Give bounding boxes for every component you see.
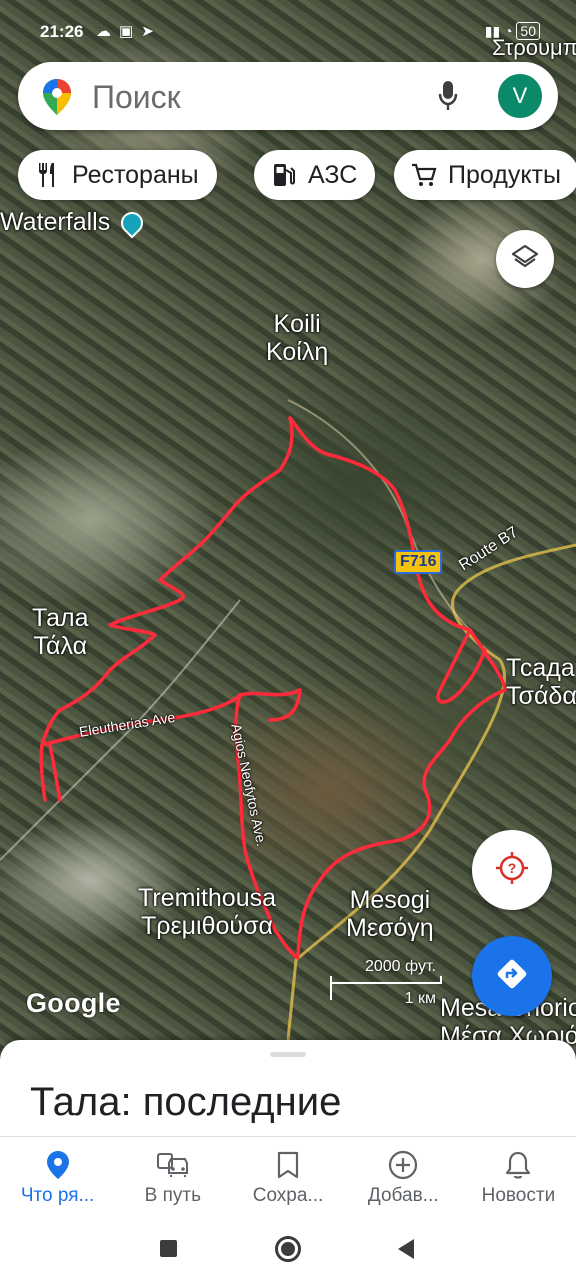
- cloud-icon: ☁: [96, 23, 119, 40]
- chip-label: Рестораны: [72, 160, 199, 189]
- explore-pin-icon: [46, 1149, 70, 1181]
- nav-label: Добав...: [367, 1185, 439, 1206]
- directions-icon: [494, 956, 530, 997]
- search-input[interactable]: Поиск: [92, 79, 181, 116]
- add-circle-icon: [388, 1149, 418, 1181]
- chip-restaurants[interactable]: Рестораны: [18, 150, 217, 200]
- gas-station-icon: [270, 161, 298, 189]
- scale-tick-right: [440, 976, 442, 984]
- scale-tick-left: [330, 976, 332, 1000]
- mesogi-latin-label: Mesogi: [349, 886, 431, 914]
- microphone-icon[interactable]: [438, 80, 458, 117]
- home-button[interactable]: [275, 1236, 301, 1262]
- tremithousa-latin-label: Tremithousa: [138, 884, 277, 912]
- commute-car-icon: [156, 1149, 189, 1181]
- nav-updates[interactable]: Новости: [461, 1137, 576, 1220]
- place-label-tremithousa[interactable]: Tremithousa Τρεμιθούσα: [138, 884, 276, 940]
- status-left-icons: ☁▣➤: [96, 22, 162, 40]
- tala-greek-label: Τάλα: [33, 632, 88, 660]
- back-button[interactable]: [398, 1239, 414, 1259]
- sheet-drag-handle[interactable]: [270, 1052, 306, 1057]
- sim-icon: ▣: [119, 23, 142, 40]
- status-time: 21:26: [40, 22, 84, 41]
- place-label-mesogi[interactable]: Mesogi Μεσόγη: [346, 886, 434, 942]
- recents-button[interactable]: [160, 1240, 177, 1257]
- battery-icon: 50: [516, 22, 540, 40]
- search-bar[interactable]: Поиск V: [18, 62, 558, 130]
- bottom-navigation: Что ря... В путь Сохра... Добав... Новос…: [0, 1136, 576, 1220]
- place-label-text: Waterfalls: [0, 208, 111, 236]
- my-location-button[interactable]: ?: [472, 830, 552, 910]
- chip-groceries[interactable]: Продукты: [394, 150, 576, 200]
- koili-greek-label: Κοίλη: [266, 338, 329, 366]
- account-avatar[interactable]: V: [498, 74, 542, 118]
- nav-label: Что ря...: [20, 1185, 95, 1206]
- waterfall-marker-icon: [116, 207, 148, 239]
- nav-label: В путь: [144, 1185, 201, 1206]
- bookmark-icon: [277, 1149, 299, 1181]
- nav-label: Сохра...: [252, 1185, 324, 1206]
- place-label-koili[interactable]: Koili Κοίλη: [266, 310, 328, 366]
- cart-icon: [410, 161, 438, 189]
- koili-latin-label: Koili: [273, 310, 321, 338]
- scale-imperial-label: 2000 фут.: [364, 958, 436, 975]
- system-navigation-bar: [0, 1220, 576, 1280]
- route-track: [39, 416, 507, 960]
- tsada-greek-label: Τσάδα: [506, 682, 576, 710]
- tala-ru-label: Тала: [32, 604, 89, 632]
- place-label-tala[interactable]: Тала Τάλα: [32, 604, 89, 660]
- directions-button[interactable]: [472, 936, 552, 1016]
- status-bar: 21:26 ☁▣➤ ▮▮ ◔ 50: [0, 0, 576, 60]
- scale-bar: [330, 982, 442, 984]
- maps-logo-pin-icon: [42, 78, 72, 121]
- nav-contribute[interactable]: Добав...: [346, 1137, 461, 1220]
- chip-gas-stations[interactable]: АЗС: [254, 150, 376, 200]
- place-label-waterfalls[interactable]: Waterfalls: [0, 207, 148, 239]
- chip-label: Продукты: [448, 160, 561, 189]
- tremithousa-greek-label: Τρεμιθούσα: [141, 912, 273, 940]
- nav-saved[interactable]: Сохра...: [230, 1137, 345, 1220]
- tsada-latin-label: Тсада: [506, 654, 575, 682]
- svg-text:?: ?: [508, 860, 517, 876]
- restaurant-icon: [34, 161, 62, 189]
- status-right-icons: ▮▮ ◔ 50: [485, 22, 540, 40]
- place-label-tsada[interactable]: Тсада Τσάδα: [506, 654, 576, 710]
- sheet-title: Тала: последние: [30, 1080, 342, 1124]
- telegram-icon: ➤: [141, 23, 162, 40]
- nav-commute[interactable]: В путь: [115, 1137, 230, 1220]
- scale-metric-label: 1 км: [404, 990, 436, 1007]
- bell-icon: [505, 1149, 531, 1181]
- location-unknown-icon: ?: [495, 851, 529, 890]
- map-scale: 2000 фут. 1 км: [330, 958, 442, 1008]
- nav-explore[interactable]: Что ря...: [0, 1137, 115, 1220]
- mesogi-greek-label: Μεσόγη: [346, 914, 434, 942]
- layers-button[interactable]: [496, 230, 554, 288]
- road-shield-f716: F716: [394, 550, 443, 574]
- google-logo: Google: [26, 988, 121, 1018]
- bottom-sheet[interactable]: Тала: последние: [0, 1040, 576, 1140]
- signal-icon: ▮▮: [484, 23, 501, 39]
- f716-road: [287, 399, 471, 631]
- nav-label: Новости: [481, 1185, 556, 1206]
- chip-label: АЗС: [308, 160, 358, 189]
- layers-icon: [511, 243, 539, 276]
- wifi-icon: ◔: [504, 23, 513, 39]
